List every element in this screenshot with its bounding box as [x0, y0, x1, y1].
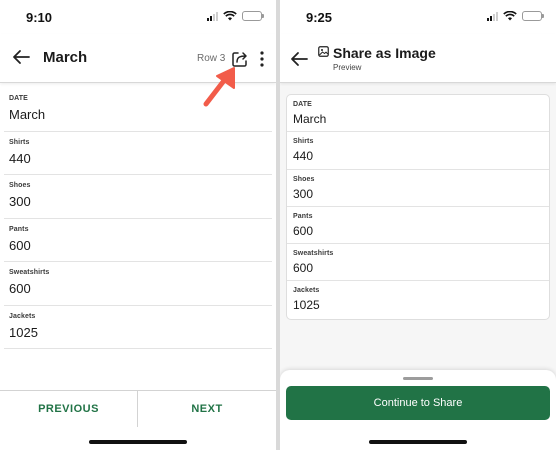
wifi-icon: [503, 11, 517, 21]
field-label: Pants: [9, 225, 29, 233]
field-label: Pants: [293, 212, 313, 220]
field-value: 1025: [293, 298, 320, 313]
field-value[interactable]: March: [9, 107, 272, 122]
field-sweatshirts: Sweatshirts 600: [287, 244, 549, 282]
field-jackets: Jackets 1025: [287, 281, 549, 318]
field-label: Shirts: [293, 138, 314, 146]
page-title: Share as Image: [333, 45, 436, 61]
previous-button[interactable]: PREVIOUS: [0, 391, 138, 427]
field-date: DATE March: [287, 95, 549, 133]
field-label: DATE: [9, 95, 28, 102]
share-preview-screen: 9:25 Share as Image Preview DATE March Sh…: [280, 0, 556, 450]
field-shirts: Shirts 440: [287, 132, 549, 170]
status-time: 9:10: [26, 10, 53, 25]
field-label: Shirts: [9, 138, 30, 146]
field-label: DATE: [293, 101, 312, 108]
field-label: Sweatshirts: [293, 250, 334, 258]
field-pants: Pants 600: [287, 207, 549, 245]
bottom-sheet: Continue to Share: [280, 370, 556, 450]
field-value[interactable]: 440: [9, 151, 272, 166]
more-vertical-icon[interactable]: [256, 50, 268, 68]
field-value: March: [293, 112, 327, 126]
cellular-signal-icon: [487, 11, 498, 21]
field-shoes: Shoes 300: [287, 170, 549, 207]
preview-card: DATE March Shirts 440 Shoes 300 Pants 600 Sw…: [286, 94, 550, 320]
field-jackets: Jackets 1025: [4, 306, 272, 349]
image-icon: [318, 46, 329, 57]
home-indicator: [369, 440, 467, 444]
continue-to-share-button[interactable]: Continue to Share: [286, 386, 550, 420]
sheet-grabber[interactable]: [403, 377, 433, 380]
field-value[interactable]: 1025: [9, 325, 272, 340]
row-indicator: Row 3: [197, 53, 226, 64]
field-value: 600: [293, 261, 314, 276]
battery-icon: [242, 11, 264, 21]
status-icons: [487, 11, 544, 21]
field-value: 600: [293, 223, 314, 238]
status-bar: 9:10: [0, 0, 276, 34]
field-pants: Pants 600: [4, 219, 272, 262]
field-label: Jackets: [9, 312, 36, 320]
field-value: 440: [293, 149, 314, 164]
page-title: March: [43, 49, 88, 66]
field-value[interactable]: 300: [9, 194, 272, 209]
cellular-signal-icon: [207, 11, 218, 21]
status-time: 9:25: [306, 10, 333, 25]
field-value: 300: [293, 186, 314, 201]
field-value[interactable]: 600: [9, 238, 272, 253]
status-icons: [207, 11, 264, 21]
field-label: Shoes: [9, 182, 31, 189]
field-sweatshirts: Sweatshirts 600: [4, 262, 272, 306]
status-bar: 9:25: [280, 0, 556, 34]
top-app-bar: Share as Image Preview: [280, 34, 556, 82]
field-shoes: Shoes 300: [4, 175, 272, 219]
field-date: DATE March: [4, 88, 272, 132]
record-fields: DATE March Shirts 440 Shoes 300 Pants 600 Sw…: [4, 88, 272, 349]
field-label: Shoes: [293, 175, 315, 183]
back-arrow-icon[interactable]: [10, 46, 32, 68]
wifi-icon: [223, 11, 237, 21]
page-subtitle: Preview: [333, 63, 362, 72]
record-navigation: PREVIOUS NEXT: [0, 390, 276, 427]
home-indicator: [89, 440, 187, 444]
field-label: Jackets: [293, 287, 320, 295]
row-detail-screen: 9:10 March Row 3 DATE March Shirts 440 Sho…: [0, 0, 276, 450]
next-button[interactable]: NEXT: [138, 391, 276, 427]
battery-icon: [522, 11, 544, 21]
back-arrow-icon[interactable]: [288, 48, 310, 70]
field-shirts: Shirts 440: [4, 132, 272, 175]
field-label: Sweatshirts: [9, 269, 50, 276]
field-value[interactable]: 600: [9, 281, 272, 296]
